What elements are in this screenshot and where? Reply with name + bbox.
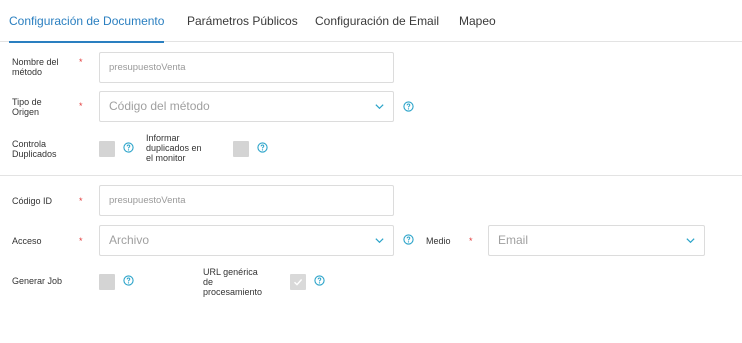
chevron-down-icon: [686, 238, 695, 244]
url-generica-label-line3: procesamiento: [203, 287, 263, 297]
acceso-value: Archivo: [109, 233, 150, 247]
chevron-down-icon: [375, 238, 384, 244]
nombre-metodo-label-line2: método: [12, 67, 43, 77]
nombre-metodo-label: Nombre del método: [12, 57, 59, 77]
tipo-origen-label: Tipo de Origen: [12, 97, 42, 117]
tipo-origen-placeholder: Código del método: [109, 99, 210, 113]
informar-duplicados-checkbox[interactable]: [233, 141, 249, 157]
tipo-origen-label-line2: Origen: [12, 107, 40, 117]
help-icon[interactable]: [314, 275, 325, 286]
nombre-metodo-label-line1: Nombre del: [12, 57, 59, 67]
help-icon[interactable]: [257, 142, 268, 153]
required-mark: *: [79, 196, 83, 206]
controla-duplicados-label-line2: Duplicados: [12, 149, 57, 159]
url-generica-label: URL genérica de procesamiento: [203, 267, 262, 297]
help-icon[interactable]: [403, 234, 414, 245]
tab-parametros-publicos[interactable]: Parámetros Públicos: [187, 0, 298, 42]
acceso-label: Acceso: [12, 236, 42, 246]
tipo-origen-select[interactable]: Código del método: [99, 91, 394, 122]
medio-select[interactable]: Email: [488, 225, 705, 256]
medio-value: Email: [498, 233, 529, 247]
acceso-select[interactable]: Archivo: [99, 225, 394, 256]
controla-duplicados-label: Controla Duplicados: [12, 139, 57, 159]
section-divider: [0, 175, 742, 176]
controla-duplicados-checkbox[interactable]: [99, 141, 115, 157]
required-mark: *: [469, 236, 473, 246]
nombre-metodo-input[interactable]: presupuestoVenta: [99, 52, 394, 83]
tab-configuracion-documento[interactable]: Configuración de Documento: [9, 0, 165, 43]
chevron-down-icon: [375, 104, 384, 110]
codigo-id-input[interactable]: presupuestoVenta: [99, 185, 394, 216]
help-icon[interactable]: [123, 275, 134, 286]
required-mark: *: [79, 236, 83, 246]
controla-duplicados-label-line1: Controla: [12, 139, 47, 149]
required-mark: *: [79, 57, 83, 67]
url-generica-checkbox[interactable]: [290, 274, 306, 290]
url-generica-label-line2: de: [203, 277, 214, 287]
informar-duplicados-label-line3: el monitor: [146, 153, 186, 163]
help-icon[interactable]: [403, 101, 414, 112]
medio-label: Medio: [426, 236, 451, 246]
tab-mapeo[interactable]: Mapeo: [459, 0, 496, 42]
informar-duplicados-label: Informar duplicados en el monitor: [146, 133, 202, 163]
informar-duplicados-label-line2: duplicados en: [146, 143, 202, 153]
tab-configuracion-email[interactable]: Configuración de Email: [315, 0, 439, 42]
url-generica-label-line1: URL genérica: [203, 267, 258, 277]
generar-job-checkbox[interactable]: [99, 274, 115, 290]
tipo-origen-label-line1: Tipo de: [12, 97, 42, 107]
codigo-id-label: Código ID: [12, 196, 53, 206]
form-page: Configuración de Documento Parámetros Pú…: [0, 0, 742, 343]
help-icon[interactable]: [123, 142, 134, 153]
required-mark: *: [79, 101, 83, 111]
tab-bar: Configuración de Documento Parámetros Pú…: [0, 0, 742, 43]
informar-duplicados-label-line1: Informar: [146, 133, 180, 143]
generar-job-label: Generar Job: [12, 276, 63, 286]
check-icon: [294, 279, 303, 286]
